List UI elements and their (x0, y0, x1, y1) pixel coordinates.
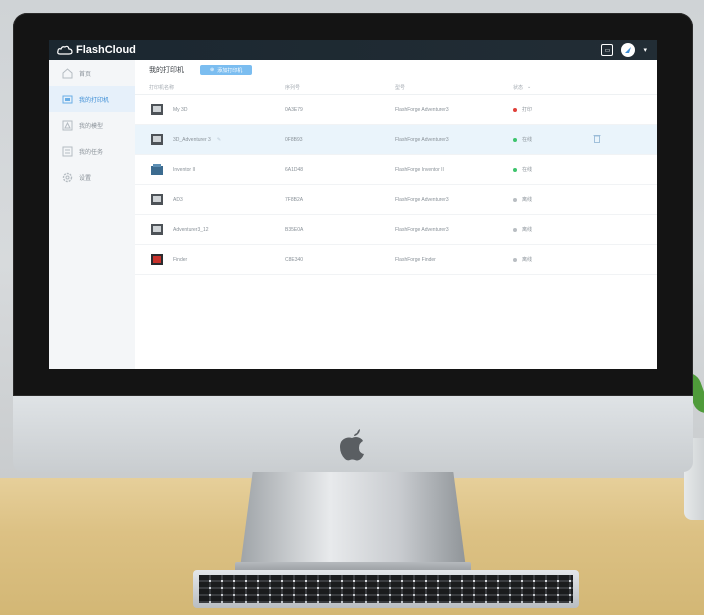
printer-thumbnail-icon (149, 253, 165, 267)
sidebar-item-label: 设置 (79, 175, 92, 182)
status-dot (513, 197, 517, 202)
chevron-down-icon[interactable]: ▾ (643, 46, 647, 54)
printer-name: Inventor II (173, 166, 196, 173)
printer-model: FlashForge Adventurer3 (395, 136, 449, 143)
user-avatar-icon[interactable] (621, 43, 636, 57)
add-printer-button[interactable]: ⊕ 添加打印机 (200, 65, 253, 75)
table-header: 打印机名称 序列号 型号 状态 ⌄ (135, 80, 657, 95)
keyboard (193, 570, 579, 608)
home-icon (61, 67, 73, 79)
printer-model: FlashForge Inventor II (395, 166, 444, 173)
task-icon (61, 145, 73, 157)
status-badge: 离线 (513, 226, 593, 233)
column-header-status[interactable]: 状态 ⌄ (513, 84, 593, 91)
imac-computer: FlashCloud ▭ ▾ 首页 我的打印机 我的模型 我的任务 设置 我的打… (13, 13, 693, 576)
printer-name: 3D_Adventurer 3 (173, 136, 211, 143)
sidebar-item-printers[interactable]: 我的打印机 (49, 86, 135, 112)
toolbar: 我的打印机 ⊕ 添加打印机 (135, 60, 657, 80)
table-row[interactable]: AD3 7F8B2A FlashForge Adventurer3 离线 (135, 185, 657, 215)
table-row[interactable]: My 3D 0A3E79 FlashForge Adventurer3 打印 (135, 95, 657, 125)
printer-icon (61, 93, 73, 105)
printer-name: AD3 (173, 196, 183, 203)
sidebar-item-label: 首页 (79, 71, 92, 78)
status-badge: 在线 (513, 166, 593, 173)
table-row[interactable]: Finder C8E340 FlashForge Finder 离线 (135, 245, 657, 275)
status-badge: 离线 (513, 256, 593, 263)
monitor-bezel: FlashCloud ▭ ▾ 首页 我的打印机 我的模型 我的任务 设置 我的打… (13, 13, 693, 396)
main-content: 我的打印机 ⊕ 添加打印机 打印机名称 序列号 型号 状态 ⌄ My 3D 0A… (135, 60, 657, 369)
printer-thumbnail-icon (149, 193, 165, 207)
sidebar-item-label: 我的模型 (79, 123, 104, 130)
status-badge: 打印 (513, 106, 593, 113)
sidebar-item-label: 我的任务 (79, 149, 104, 156)
printer-model: FlashForge Adventurer3 (395, 106, 449, 113)
keyboard-keys (199, 575, 573, 603)
apple-logo-icon (340, 429, 364, 461)
sidebar-item-settings[interactable]: 设置 (49, 164, 135, 190)
printer-serial: 0A3E79 (285, 106, 303, 113)
chevron-down-icon[interactable]: ⌄ (527, 84, 531, 90)
printer-thumbnail-icon (149, 103, 165, 117)
table-row[interactable]: 3D_Adventurer 3 ✎ 0F8B93 FlashForge Adve… (135, 125, 657, 155)
printer-model: FlashForge Finder (395, 256, 436, 263)
page-title: 我的打印机 (149, 67, 184, 74)
status-dot (513, 137, 517, 142)
printer-thumbnail-icon (149, 133, 165, 147)
printer-model: FlashForge Adventurer3 (395, 196, 449, 203)
printer-serial: B35E0A (285, 226, 304, 233)
table-row[interactable]: Inventor II 6A1D48 FlashForge Inventor I… (135, 155, 657, 185)
printer-name: Finder (173, 256, 188, 263)
status-badge: 离线 (513, 196, 593, 203)
table-row[interactable]: Adventurer3_12 B35E0A FlashForge Adventu… (135, 215, 657, 245)
screen: FlashCloud ▭ ▾ 首页 我的打印机 我的模型 我的任务 设置 我的打… (49, 40, 657, 369)
status-badge: 在线 (513, 136, 593, 143)
printer-model: FlashForge Adventurer3 (395, 226, 449, 233)
screen-toggle-icon[interactable]: ▭ (601, 44, 614, 56)
sidebar-item-models[interactable]: 我的模型 (49, 112, 135, 138)
printer-serial: 0F8B93 (285, 136, 303, 143)
plus-icon: ⊕ (210, 67, 215, 73)
gear-icon (61, 171, 73, 183)
model-icon (61, 119, 73, 131)
cloud-logo-icon (57, 45, 73, 55)
column-header-serial[interactable]: 序列号 (285, 84, 395, 91)
sidebar-item-home[interactable]: 首页 (49, 60, 135, 86)
delete-icon[interactable] (593, 134, 601, 145)
status-dot (513, 227, 517, 232)
printer-name: Adventurer3_12 (173, 226, 209, 233)
printer-serial: 7F8B2A (285, 196, 304, 203)
sidebar-item-tasks[interactable]: 我的任务 (49, 138, 135, 164)
edit-icon[interactable]: ✎ (217, 137, 221, 143)
sidebar: 首页 我的打印机 我的模型 我的任务 设置 (49, 60, 135, 369)
column-header-model[interactable]: 型号 (395, 84, 513, 91)
brand-name: FlashCloud (76, 44, 136, 56)
printer-serial: 6A1D48 (285, 166, 304, 173)
printer-serial: C8E340 (285, 256, 304, 263)
printer-thumbnail-icon (149, 163, 165, 177)
status-dot (513, 167, 517, 172)
column-header-name[interactable]: 打印机名称 (135, 84, 285, 91)
top-navigation-bar: FlashCloud ▭ ▾ (49, 40, 657, 60)
brand-logo[interactable]: FlashCloud (57, 44, 136, 56)
sidebar-item-label: 我的打印机 (79, 97, 110, 104)
printer-thumbnail-icon (149, 223, 165, 237)
status-dot (513, 107, 517, 112)
printer-name: My 3D (173, 106, 188, 113)
status-dot (513, 257, 517, 262)
monitor-stand (239, 472, 467, 576)
